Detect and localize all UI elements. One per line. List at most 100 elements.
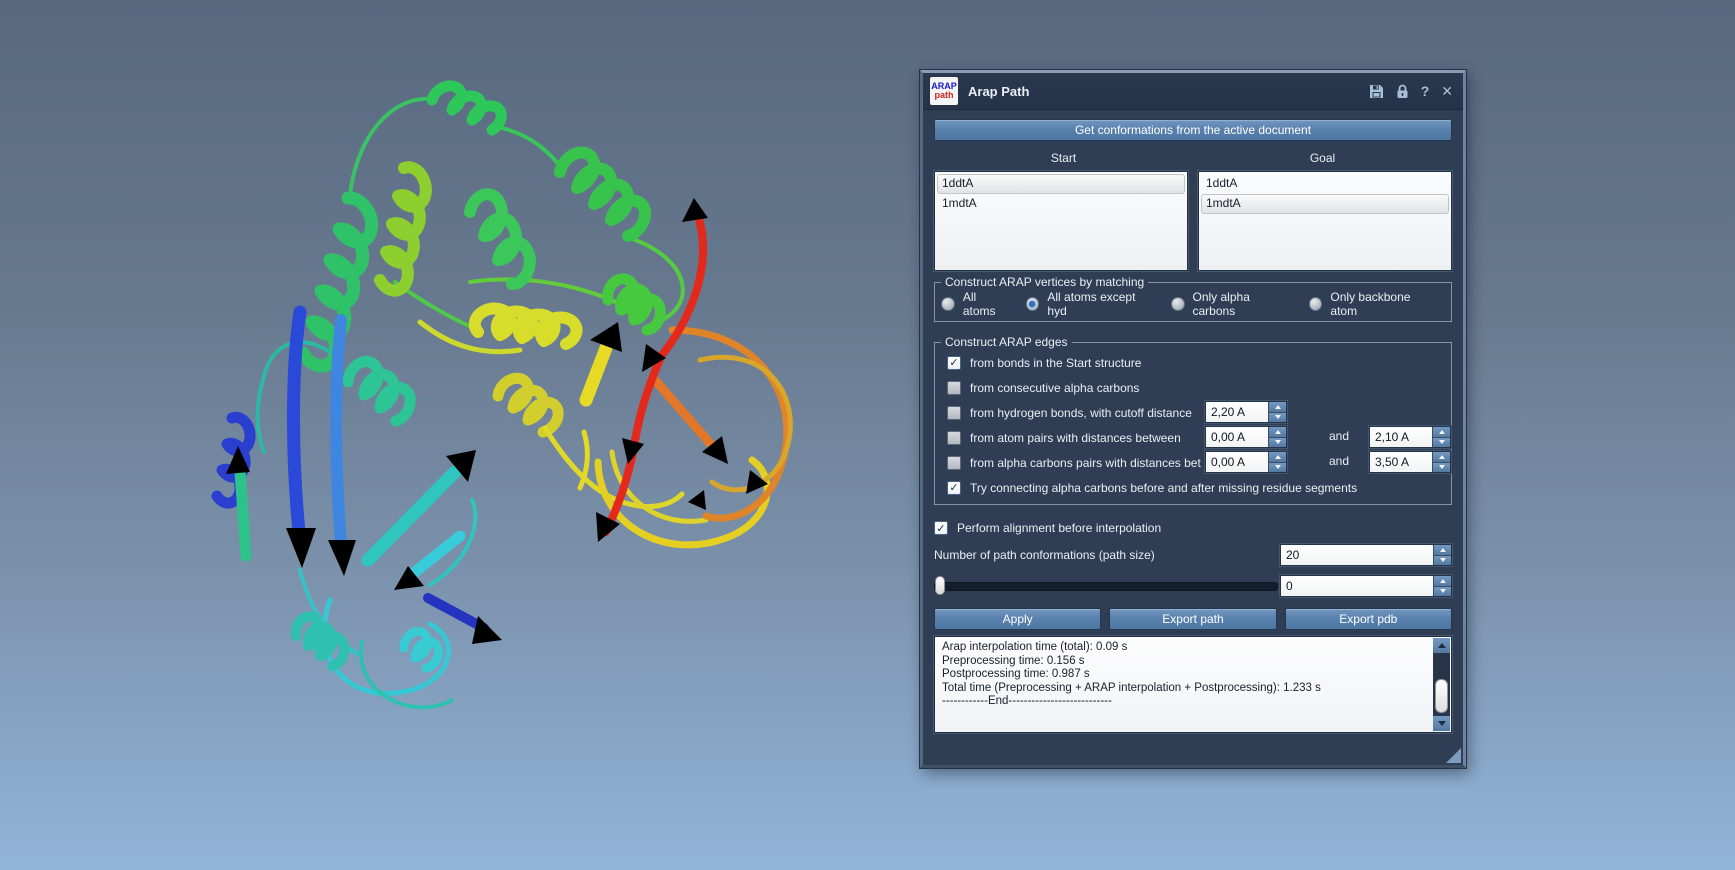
log-line: ------------End-------------------------… bbox=[942, 695, 1427, 709]
path-size-label: Number of path conformations (path size) bbox=[934, 548, 1155, 562]
alpha-pairs-max-spinbox[interactable]: 3,50 A bbox=[1369, 451, 1451, 473]
spinbox-value[interactable]: 0 bbox=[1281, 576, 1433, 596]
edge-option-row: ✓ from hydrogen bonds, with cutoff dista… bbox=[941, 400, 1445, 425]
spinbox-value[interactable]: 2,20 A bbox=[1206, 402, 1268, 422]
alpha-pairs-min-spinbox[interactable]: 0,00 A bbox=[1205, 451, 1287, 473]
spin-down-button[interactable] bbox=[1434, 555, 1451, 566]
vertices-groupbox: Construct ARAP vertices by matching All … bbox=[934, 275, 1452, 322]
edges-groupbox: Construct ARAP edges ✓ from bonds in the… bbox=[934, 335, 1452, 505]
radio-all-atoms-except-hydrogen[interactable] bbox=[1026, 297, 1040, 311]
list-item[interactable]: 1ddtA bbox=[937, 174, 1185, 194]
close-icon[interactable]: ✕ bbox=[1441, 83, 1453, 100]
sheet-domain-red bbox=[545, 198, 790, 545]
radio-label: All atoms bbox=[963, 290, 1012, 318]
checkbox-label: Perform alignment before interpolation bbox=[957, 521, 1161, 535]
sheet-domain-blue bbox=[217, 312, 502, 707]
scroll-thumb[interactable] bbox=[1435, 679, 1448, 713]
arap-path-window: ARAP path Arap Path ? ✕ Get conformation… bbox=[920, 70, 1466, 768]
spinbox-value[interactable]: 0,00 A bbox=[1206, 452, 1268, 472]
window-title: Arap Path bbox=[968, 84, 1029, 99]
spin-down-button[interactable] bbox=[1433, 437, 1450, 448]
spin-down-button[interactable] bbox=[1269, 412, 1286, 423]
spin-down-button[interactable] bbox=[1434, 586, 1451, 597]
slider-handle[interactable] bbox=[935, 576, 945, 595]
atom-pairs-min-spinbox[interactable]: 0,00 A bbox=[1205, 426, 1287, 448]
logo-text-bottom: path bbox=[935, 91, 954, 100]
edge-option-row: ✓ from bonds in the Start structure bbox=[941, 350, 1445, 375]
checkbox-hydrogen-bonds[interactable]: ✓ bbox=[947, 406, 961, 420]
spin-up-button[interactable] bbox=[1434, 545, 1451, 555]
checkbox-label: from consecutive alpha carbons bbox=[970, 381, 1139, 395]
spin-up-button[interactable] bbox=[1269, 402, 1286, 412]
spin-up-button[interactable] bbox=[1434, 576, 1451, 586]
and-label: and bbox=[1319, 429, 1359, 443]
lock-icon[interactable] bbox=[1396, 84, 1409, 99]
edge-option-row: ✓ from atom pairs with distances between… bbox=[941, 425, 1445, 450]
radio-all-atoms[interactable] bbox=[941, 297, 955, 311]
conformation-index-spinbox[interactable]: 0 bbox=[1280, 575, 1452, 597]
arap-path-logo-icon: ARAP path bbox=[930, 77, 958, 105]
log-line: Postprocessing time: 0.987 s bbox=[942, 668, 1427, 682]
spinbox-value[interactable]: 2,10 A bbox=[1370, 427, 1432, 447]
radio-only-alpha-carbons[interactable] bbox=[1171, 297, 1185, 311]
viewport-3d[interactable] bbox=[0, 0, 900, 870]
start-conformation-list[interactable]: 1ddtA 1mdtA bbox=[934, 171, 1188, 271]
goal-conformation-list[interactable]: 1ddtA 1mdtA bbox=[1198, 171, 1452, 271]
checkbox-perform-alignment[interactable]: ✓ bbox=[934, 521, 948, 535]
apply-button[interactable]: Apply bbox=[934, 608, 1101, 630]
scroll-down-button[interactable] bbox=[1433, 716, 1450, 731]
cutoff-distance-spinbox[interactable]: 2,20 A bbox=[1205, 401, 1287, 423]
scroll-up-button[interactable] bbox=[1433, 638, 1450, 653]
helical-domain-green bbox=[303, 86, 683, 432]
start-list-label: Start bbox=[934, 151, 1193, 165]
atom-pairs-max-spinbox[interactable]: 2,10 A bbox=[1369, 426, 1451, 448]
vertices-groupbox-title: Construct ARAP vertices by matching bbox=[941, 275, 1148, 289]
log-line: Arap interpolation time (total): 0.09 s bbox=[942, 641, 1427, 655]
application-canvas: { "window": { "title": "Arap Path", "log… bbox=[0, 0, 1735, 870]
export-path-button[interactable]: Export path bbox=[1109, 608, 1276, 630]
spin-down-button[interactable] bbox=[1433, 462, 1450, 473]
checkbox-consecutive-alpha-carbons[interactable]: ✓ bbox=[947, 381, 961, 395]
spinbox-value[interactable]: 0,00 A bbox=[1206, 427, 1268, 447]
checkbox-bonds-start-structure[interactable]: ✓ bbox=[947, 356, 961, 370]
radio-only-backbone-atoms[interactable] bbox=[1309, 297, 1323, 311]
resize-grip[interactable] bbox=[1446, 748, 1461, 763]
spin-up-button[interactable] bbox=[1433, 427, 1450, 437]
log-line: Preprocessing time: 0.156 s bbox=[942, 655, 1427, 669]
goal-list-label: Goal bbox=[1193, 151, 1452, 165]
spin-up-button[interactable] bbox=[1269, 427, 1286, 437]
list-item[interactable]: 1ddtA bbox=[1201, 174, 1449, 194]
checkbox-atom-pairs-distance[interactable]: ✓ bbox=[947, 431, 961, 445]
spin-up-button[interactable] bbox=[1269, 452, 1286, 462]
spin-up-button[interactable] bbox=[1433, 452, 1450, 462]
spinbox-value[interactable]: 20 bbox=[1281, 545, 1433, 565]
list-item[interactable]: 1mdtA bbox=[937, 194, 1185, 214]
get-conformations-button[interactable]: Get conformations from the active docume… bbox=[934, 119, 1452, 141]
checkbox-label: from hydrogen bonds, with cutoff distanc… bbox=[970, 406, 1192, 420]
checkbox-label: Try connecting alpha carbons before and … bbox=[970, 481, 1357, 495]
radio-label: Only alpha carbons bbox=[1193, 290, 1295, 318]
checkbox-label: from alpha carbons pairs with distances … bbox=[970, 456, 1201, 470]
edge-option-row: ✓ Try connecting alpha carbons before an… bbox=[941, 475, 1445, 500]
protein-ribbon bbox=[217, 86, 790, 707]
export-pdb-button[interactable]: Export pdb bbox=[1285, 608, 1452, 630]
radio-label: Only backbone atom bbox=[1330, 290, 1439, 318]
spinbox-value[interactable]: 3,50 A bbox=[1370, 452, 1432, 472]
edge-option-row: ✓ from consecutive alpha carbons bbox=[941, 375, 1445, 400]
log-scrollbar[interactable] bbox=[1433, 638, 1450, 731]
log-output[interactable]: Arap interpolation time (total): 0.09 s … bbox=[934, 636, 1452, 733]
log-line: Total time (Preprocessing + ARAP interpo… bbox=[942, 682, 1427, 696]
conformation-slider[interactable] bbox=[934, 582, 1278, 591]
help-icon[interactable]: ? bbox=[1421, 83, 1430, 99]
save-icon[interactable] bbox=[1369, 84, 1384, 99]
checkbox-alpha-carbon-pairs-distance[interactable]: ✓ bbox=[947, 456, 961, 470]
edges-groupbox-title: Construct ARAP edges bbox=[941, 335, 1072, 349]
edge-option-row: ✓ from alpha carbons pairs with distance… bbox=[941, 450, 1445, 475]
scroll-track[interactable] bbox=[1433, 653, 1450, 716]
spin-down-button[interactable] bbox=[1269, 462, 1286, 473]
path-size-spinbox[interactable]: 20 bbox=[1280, 544, 1452, 566]
list-item[interactable]: 1mdtA bbox=[1201, 194, 1449, 214]
spin-down-button[interactable] bbox=[1269, 437, 1286, 448]
titlebar[interactable]: ARAP path Arap Path ? ✕ bbox=[923, 73, 1463, 110]
checkbox-connect-missing-residues[interactable]: ✓ bbox=[947, 481, 961, 495]
